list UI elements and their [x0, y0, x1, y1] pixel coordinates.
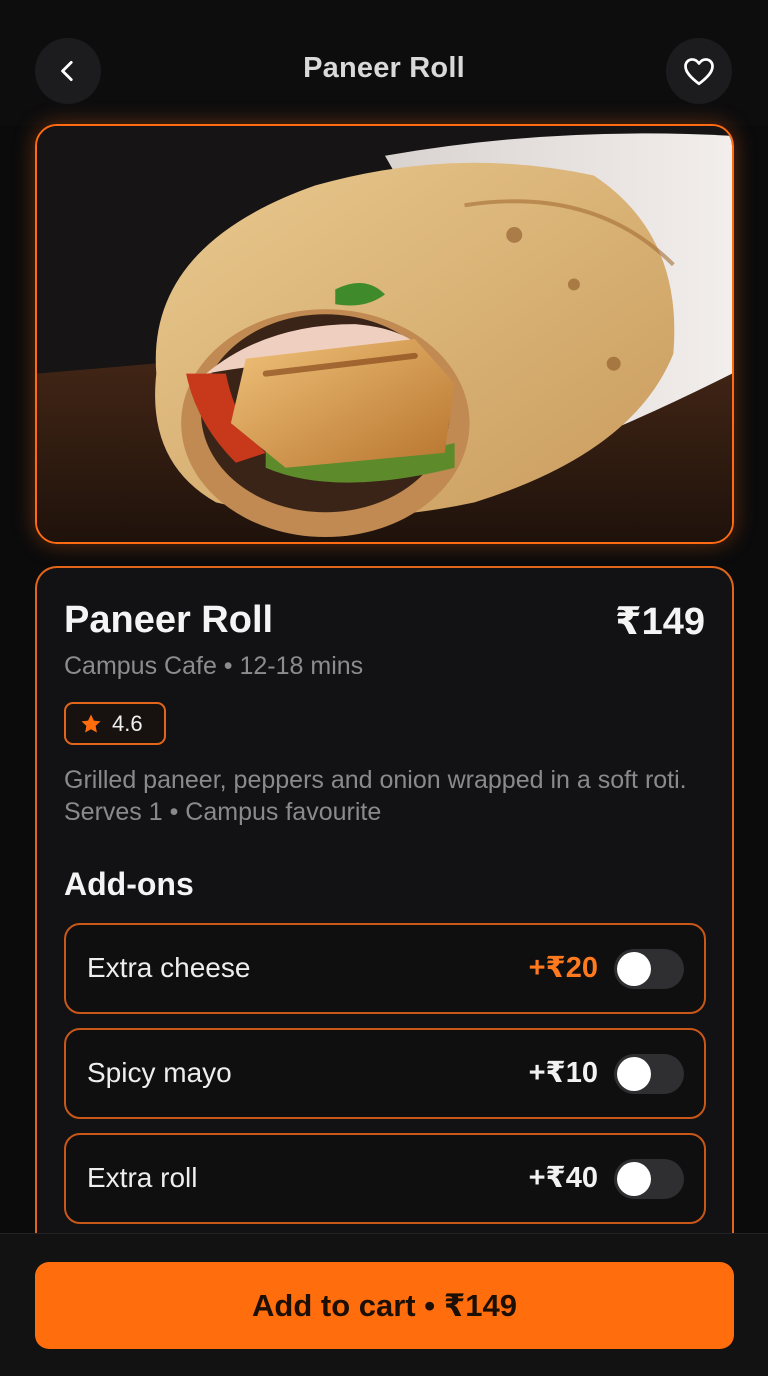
rating-badge: 4.6 — [64, 702, 166, 745]
addon-toggle[interactable] — [614, 1159, 684, 1199]
addon-toggle[interactable] — [614, 949, 684, 989]
food-image — [35, 124, 734, 544]
bottom-action-bar: Add to cart • ₹149 — [0, 1233, 768, 1376]
item-description: Grilled paneer, peppers and onion wrappe… — [64, 766, 687, 826]
page-title: Paneer Roll — [303, 52, 465, 84]
heart-outline-icon — [684, 58, 714, 86]
addon-extra-cheese[interactable]: Extra cheese +₹20 — [64, 923, 706, 1014]
addon-spicy-mayo[interactable]: Spicy mayo +₹10 — [64, 1028, 706, 1119]
toggle-knob — [617, 1057, 651, 1091]
paneer-roll-illustration — [37, 126, 732, 542]
addon-price: +₹20 — [528, 952, 598, 984]
addon-label: Extra roll — [87, 1162, 198, 1193]
addons-heading: Add-ons — [64, 866, 194, 902]
rating-value: 4.6 — [112, 710, 143, 736]
favorite-button[interactable] — [666, 38, 732, 104]
addon-toggle[interactable] — [614, 1054, 684, 1094]
star-icon — [81, 714, 101, 732]
item-name: Paneer Roll — [64, 599, 274, 641]
toggle-knob — [617, 1162, 651, 1196]
toggle-knob — [617, 952, 651, 986]
add-to-cart-button[interactable]: Add to cart • ₹149 — [35, 1262, 734, 1349]
item-meta: Campus Cafe • 12-18 mins — [64, 652, 364, 680]
addon-label: Spicy mayo — [87, 1057, 232, 1088]
item-details-card: Paneer Roll ₹149 Campus Cafe • 12-18 min… — [35, 566, 734, 1286]
addon-price: +₹10 — [528, 1057, 598, 1089]
item-price: ₹149 — [615, 601, 705, 643]
addon-extra-roll[interactable]: Extra roll +₹40 — [64, 1133, 706, 1224]
top-bar: Paneer Roll — [0, 0, 768, 125]
addon-label: Extra cheese — [87, 952, 251, 983]
addon-price: +₹40 — [528, 1162, 598, 1194]
